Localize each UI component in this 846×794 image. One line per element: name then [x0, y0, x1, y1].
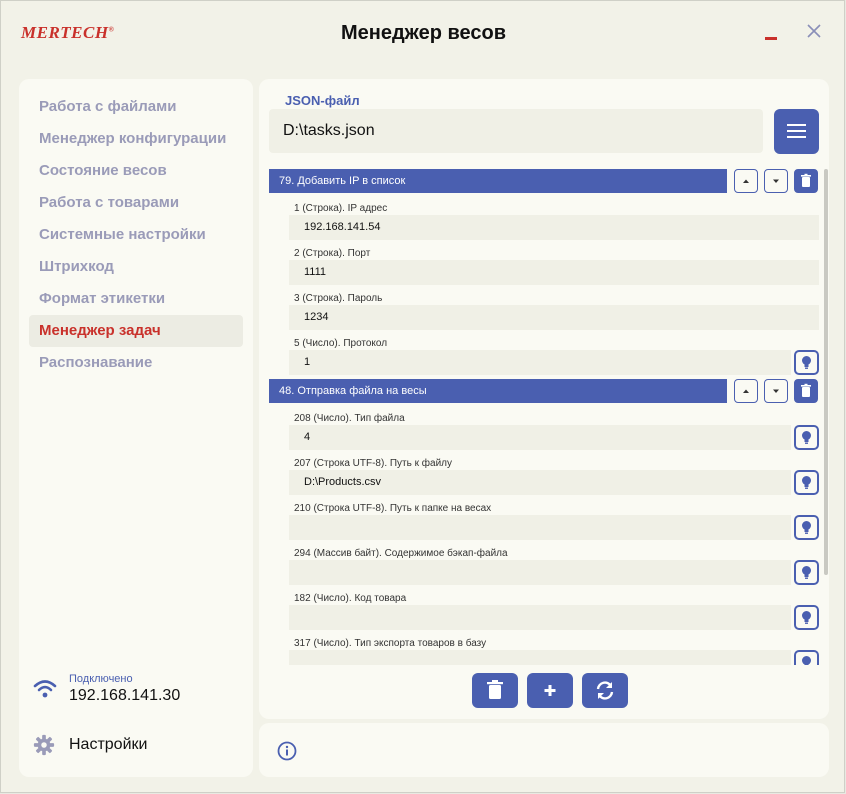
json-file-label: JSON-файл [285, 93, 360, 108]
move-up-button[interactable] [734, 169, 758, 193]
sidebar-item-system-settings[interactable]: Системные настройки [29, 219, 243, 251]
close-button[interactable] [804, 21, 824, 41]
footer-panel [259, 723, 829, 777]
lightbulb-icon [802, 566, 811, 579]
field-input[interactable]: 4 [289, 425, 791, 450]
gear-icon [33, 734, 55, 756]
refresh-button[interactable] [582, 673, 628, 708]
field-input[interactable] [289, 515, 791, 540]
delete-all-button[interactable] [472, 673, 518, 708]
add-task-button[interactable] [527, 673, 573, 708]
trash-icon [801, 173, 811, 187]
wifi-icon [33, 680, 57, 698]
menu-icon [787, 124, 806, 126]
field-input[interactable]: 1234 [289, 305, 819, 330]
field-input[interactable]: D:\Products.csv [289, 470, 791, 495]
title-bar: MERTECH® Менеджер весов [1, 1, 846, 63]
menu-icon-line [787, 130, 806, 132]
trash-icon [487, 680, 503, 699]
delete-task-button[interactable] [794, 379, 818, 403]
field-input[interactable]: 1111 [289, 260, 819, 285]
task-header[interactable]: 79. Добавить IP в список [269, 169, 727, 193]
trash-icon [801, 383, 811, 397]
settings-link[interactable]: Настройки [33, 731, 233, 759]
task-list[interactable]: 79. Добавить IP в список 1 (Строка). IP … [269, 169, 829, 665]
move-down-button[interactable] [764, 169, 788, 193]
field-label: 210 (Строка UTF-8). Путь к папке на веса… [294, 503, 492, 514]
app-title: Менеджер весов [340, 22, 507, 44]
field-label: 5 (Число). Протокол [294, 338, 388, 349]
sidebar-item-products[interactable]: Работа с товарами [29, 187, 243, 219]
hint-button[interactable] [794, 425, 819, 450]
field-label: 182 (Число). Код товара [294, 593, 407, 604]
sidebar-item-task-manager[interactable]: Менеджер задач [29, 315, 243, 347]
menu-button[interactable] [774, 109, 819, 154]
field-label: 207 (Строка UTF-8). Путь к файлу [294, 458, 452, 469]
info-icon[interactable] [277, 741, 297, 761]
delete-task-button[interactable] [794, 169, 818, 193]
sidebar-item-label-format[interactable]: Формат этикетки [29, 283, 243, 315]
hint-button[interactable] [794, 605, 819, 630]
field-label: 1 (Строка). IP адрес [294, 203, 388, 214]
lightbulb-icon [802, 656, 811, 665]
sidebar-item-scale-status[interactable]: Состояние весов [29, 155, 243, 187]
main-panel: JSON-файл D:\tasks.json 79. Добавить IP … [259, 79, 829, 719]
app-window: MERTECH® Менеджер весов Работа с файлами… [0, 0, 845, 793]
lightbulb-icon [802, 356, 811, 369]
sidebar-item-config-manager[interactable]: Менеджер конфигурации [29, 123, 243, 155]
field-input[interactable] [289, 560, 791, 585]
sidebar-nav: Работа с файлами Менеджер конфигурации С… [29, 91, 243, 379]
field-label: 294 (Массив байт). Содержимое бэкап-файл… [294, 548, 508, 559]
minimize-button[interactable] [765, 37, 777, 40]
field-label: 208 (Число). Тип файла [294, 413, 405, 424]
hint-button[interactable] [794, 560, 819, 585]
sidebar: Работа с файлами Менеджер конфигурации С… [19, 79, 253, 777]
caret-up-icon [743, 179, 749, 183]
caret-up-icon [743, 389, 749, 393]
lightbulb-icon [802, 476, 811, 489]
hint-button[interactable] [794, 350, 819, 375]
field-label: 317 (Число). Тип экспорта товаров в базу [294, 638, 487, 649]
hint-button[interactable] [794, 470, 819, 495]
move-down-button[interactable] [764, 379, 788, 403]
caret-down-icon [773, 389, 779, 393]
refresh-icon [596, 681, 614, 700]
lightbulb-icon [802, 521, 811, 534]
field-input[interactable] [289, 650, 791, 665]
task-header[interactable]: 48. Отправка файла на весы [269, 379, 727, 403]
move-up-button[interactable] [734, 379, 758, 403]
json-file-path-field[interactable]: D:\tasks.json [269, 109, 763, 153]
field-input[interactable]: 192.168.141.54 [289, 215, 819, 240]
field-input[interactable] [289, 605, 791, 630]
plus-icon [544, 685, 556, 696]
hint-button[interactable] [794, 515, 819, 540]
sidebar-item-recognition[interactable]: Распознавание [29, 347, 243, 379]
connection-status: Подключено 192.168.141.30 [33, 673, 243, 713]
lightbulb-icon [802, 431, 811, 444]
sidebar-item-files[interactable]: Работа с файлами [29, 91, 243, 123]
lightbulb-icon [802, 611, 811, 624]
field-label: 2 (Строка). Порт [294, 248, 371, 259]
close-icon [807, 24, 821, 38]
scrollbar[interactable] [824, 169, 828, 575]
connection-ip: 192.168.141.30 [69, 687, 181, 704]
settings-label: Настройки [69, 736, 148, 753]
menu-icon-line [787, 136, 806, 138]
connection-label: Подключено [69, 673, 133, 685]
caret-down-icon [773, 179, 779, 183]
field-label: 3 (Строка). Пароль [294, 293, 383, 304]
sidebar-item-barcode[interactable]: Штрихкод [29, 251, 243, 283]
hint-button[interactable] [794, 650, 819, 665]
field-input[interactable]: 1 [289, 350, 791, 375]
